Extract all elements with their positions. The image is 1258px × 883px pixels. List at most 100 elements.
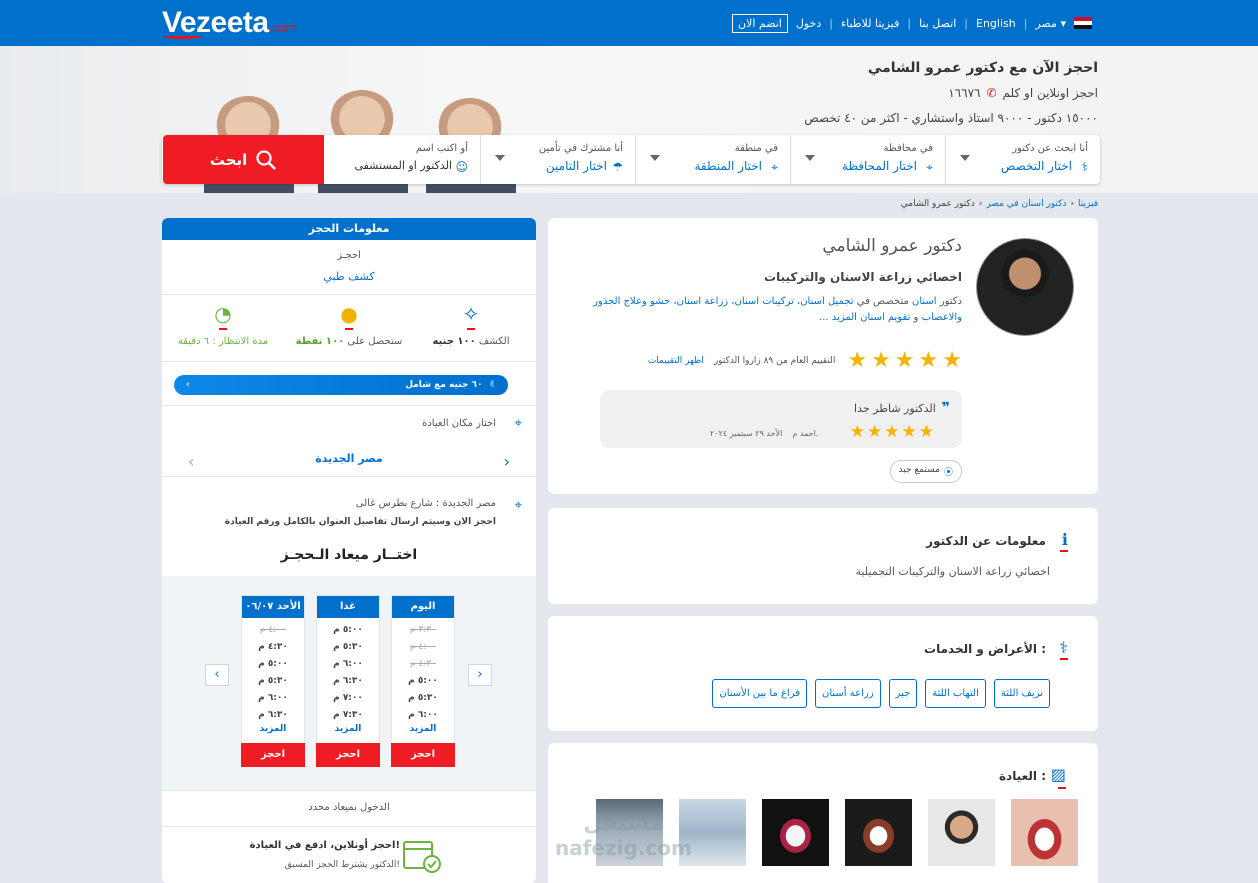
promo-banner[interactable]: ✌ ٦٠ جنيه مع شامل ‹	[174, 375, 508, 395]
clinic-area-selector[interactable]: مصر الجديدة	[162, 452, 536, 465]
pin-icon: ⌖	[771, 160, 778, 174]
next-days-button[interactable]: ‹	[205, 664, 229, 686]
star-icon: ★	[849, 422, 865, 442]
pay-title: احجز أونلاين، ادفع في العيادة!	[249, 840, 400, 851]
time-slot[interactable]: ٦:٠٠ م	[392, 707, 454, 724]
search-button[interactable]: ابحث	[163, 135, 324, 184]
clinic-photo[interactable]	[928, 799, 995, 866]
chevron-left-icon: ‹	[186, 380, 190, 390]
time-slot[interactable]: ٥:٣٠ م	[242, 673, 304, 690]
top-nav: مصر ▾ | English | اتصل بنا | فيزيتا للاط…	[731, 12, 1092, 34]
time-slot[interactable]: ٤:٣٠ م	[242, 639, 304, 656]
time-slot[interactable]: ٧:٠٠ م	[317, 690, 379, 707]
vezeeta-logo[interactable]: Vezeeta.com	[162, 8, 297, 43]
doctor-specialty: اخصائي زراعة الاسنان والتركيبات	[764, 270, 962, 284]
choose-time-title: اختــار ميعاد الـحجـز	[280, 547, 418, 563]
phone-icon: ✆	[986, 86, 997, 100]
image-icon: ▨	[1050, 765, 1066, 784]
doctor-profile-card: دكتور عمرو الشامي اخصائي زراعة الاسنان و…	[548, 218, 1098, 494]
time-slot[interactable]: ٥:٠٠ م	[242, 656, 304, 673]
show-ratings-link[interactable]: اظهر التقييمات	[648, 356, 704, 366]
name-search-input[interactable]: أو اكتب اسم الدكتور او المستشفى ☺	[324, 135, 480, 184]
time-slot: ٤:٣٠ م	[410, 659, 436, 669]
more-times-link[interactable]: المزيد	[317, 724, 379, 734]
doctor-name: دكتور عمرو الشامي	[822, 236, 962, 256]
join-button[interactable]: انضم الان	[731, 13, 788, 33]
governorate-select[interactable]: في محافظة اختار المحافظة ⌖	[790, 135, 945, 184]
booking-type[interactable]: كشف طبي	[162, 270, 536, 283]
language-link[interactable]: English	[976, 17, 1016, 30]
breadcrumb-specialty[interactable]: دكتور اسنان في مصر	[986, 199, 1066, 209]
service-tag[interactable]: جير	[888, 679, 918, 708]
breadcrumb-current: دكتور عمرو الشامي	[900, 199, 975, 209]
doctor-avatar	[976, 238, 1074, 336]
book-button[interactable]: احجز	[241, 743, 305, 767]
prev-days-button[interactable]: ›	[468, 664, 492, 686]
service-tag[interactable]: فراغ ما بين الأسنان	[712, 679, 808, 708]
breadcrumb: فيزيتا › دكتور اسنان في مصر › دكتور عمرو ا…	[900, 199, 1098, 209]
time-slot[interactable]: ٦:٠٠ م	[317, 656, 379, 673]
chevron-down-icon	[495, 155, 505, 166]
star-icon: ★	[918, 348, 939, 373]
star-icon: ★	[871, 348, 891, 373]
time-slot[interactable]: ٥:٠٠ م	[392, 673, 454, 690]
star-icon: ★	[884, 422, 900, 442]
umbrella-icon: ☂	[612, 160, 623, 174]
services-title: الأعراض و الخدمات :	[924, 642, 1046, 656]
fixed-time-entry: الدخول بميعاد محدد	[308, 802, 390, 813]
breadcrumb-home[interactable]: فيزيتا	[1078, 199, 1098, 209]
country-select[interactable]: مصر ▾	[1035, 17, 1066, 30]
rating-row: ★ ★ ★ ★ ★ التقييم العام من ٨٩ زاروا الدك…	[647, 348, 962, 373]
doctor-description: دكتور اسنان متخصص في تجميل اسنان، تركيبا…	[593, 296, 962, 323]
book-button[interactable]: احجز	[316, 743, 380, 767]
day-column-sunday: الأحد ٠٦/٠٧ ٤:٠٠ م ٤:٣٠ م ٥:٠٠ م ٥:٣٠ م …	[241, 595, 305, 767]
time-slot[interactable]: ٦:٣٠ م	[242, 707, 304, 724]
time-slot: ٤:٠٠ م	[410, 642, 436, 652]
ear-icon: ⦿	[943, 468, 953, 478]
time-slot[interactable]: ٥:٠٠ م	[317, 622, 379, 639]
service-tag[interactable]: زراعة أسنان	[815, 679, 881, 708]
star-icon: ★	[918, 422, 934, 442]
contact-link[interactable]: اتصل بنا	[919, 17, 956, 30]
stethoscope-icon: ⚕	[1059, 638, 1068, 657]
chevron-down-icon	[805, 155, 815, 166]
service-tag[interactable]: التهاب اللثة	[925, 679, 986, 708]
clinic-photo[interactable]	[762, 799, 829, 866]
login-link[interactable]: دخول	[796, 17, 821, 30]
more-times-link[interactable]: المزيد	[392, 724, 454, 734]
listener-badge: ⦿ مستمع جيد	[889, 460, 962, 483]
services-tags: نزيف اللثة التهاب اللثة جير زراعة أسنان …	[712, 679, 1050, 708]
doctor-icon: ☺	[455, 160, 468, 174]
search-bar: أنا ابحث عن دكتور اختار التخصص ⚕ في محاف…	[162, 135, 1100, 184]
clinic-photo[interactable]	[845, 799, 912, 866]
medal-icon: ●	[340, 302, 358, 326]
more-times-link[interactable]: المزيد	[242, 724, 304, 734]
watermark: مستقل nafezig.com	[555, 811, 692, 861]
chevron-left-icon[interactable]: ‹	[188, 452, 194, 471]
hero-title: احجز الآن مع دكتور عمرو الشامي	[867, 60, 1098, 76]
quote-icon: ❞	[941, 400, 950, 416]
star-icon: ★	[894, 348, 915, 373]
star-icon: ★	[942, 348, 962, 373]
time-slot[interactable]: ٥:٣٠ م	[317, 639, 379, 656]
area-select[interactable]: في منطقة اختار المنطقة ⌖	[635, 135, 790, 184]
insurance-select[interactable]: أنا مشترك في تأمين اختار التامين ☂	[480, 135, 635, 184]
info-text: اخصائي زراعة الاسنان والتركيبات التجميلي…	[855, 565, 1050, 578]
more-link[interactable]: المزيد ...	[819, 312, 857, 323]
clinic-photo[interactable]	[1011, 799, 1078, 866]
time-slot[interactable]: ٧:٣٠ م	[317, 707, 379, 724]
time-slot[interactable]: ٦:٣٠ م	[317, 673, 379, 690]
review-box: ❞ الدكتور شاطر جدا ★ ★ ★ ★ ★ احمد م. الأ…	[600, 390, 962, 448]
calendar-check-icon	[403, 841, 441, 873]
service-tag[interactable]: نزيف اللثة	[993, 679, 1050, 708]
time-slot[interactable]: ٦:٠٠ م	[242, 690, 304, 707]
doctors-link[interactable]: فيزيتا للاطباء	[841, 17, 899, 30]
handshake-icon: ✌	[488, 380, 496, 390]
specialty-select[interactable]: أنا ابحث عن دكتور اختار التخصص ⚕	[945, 135, 1100, 184]
clinic-title: العيادة :	[998, 769, 1046, 783]
time-slot[interactable]: ٥:٣٠ م	[392, 690, 454, 707]
stethoscope-icon: ⚕	[1081, 160, 1089, 174]
hotline-number[interactable]: ١٦٦٧٦	[948, 86, 980, 100]
book-button[interactable]: احجز	[391, 743, 455, 767]
time-slot: ٣:٣٠ م	[410, 625, 436, 635]
